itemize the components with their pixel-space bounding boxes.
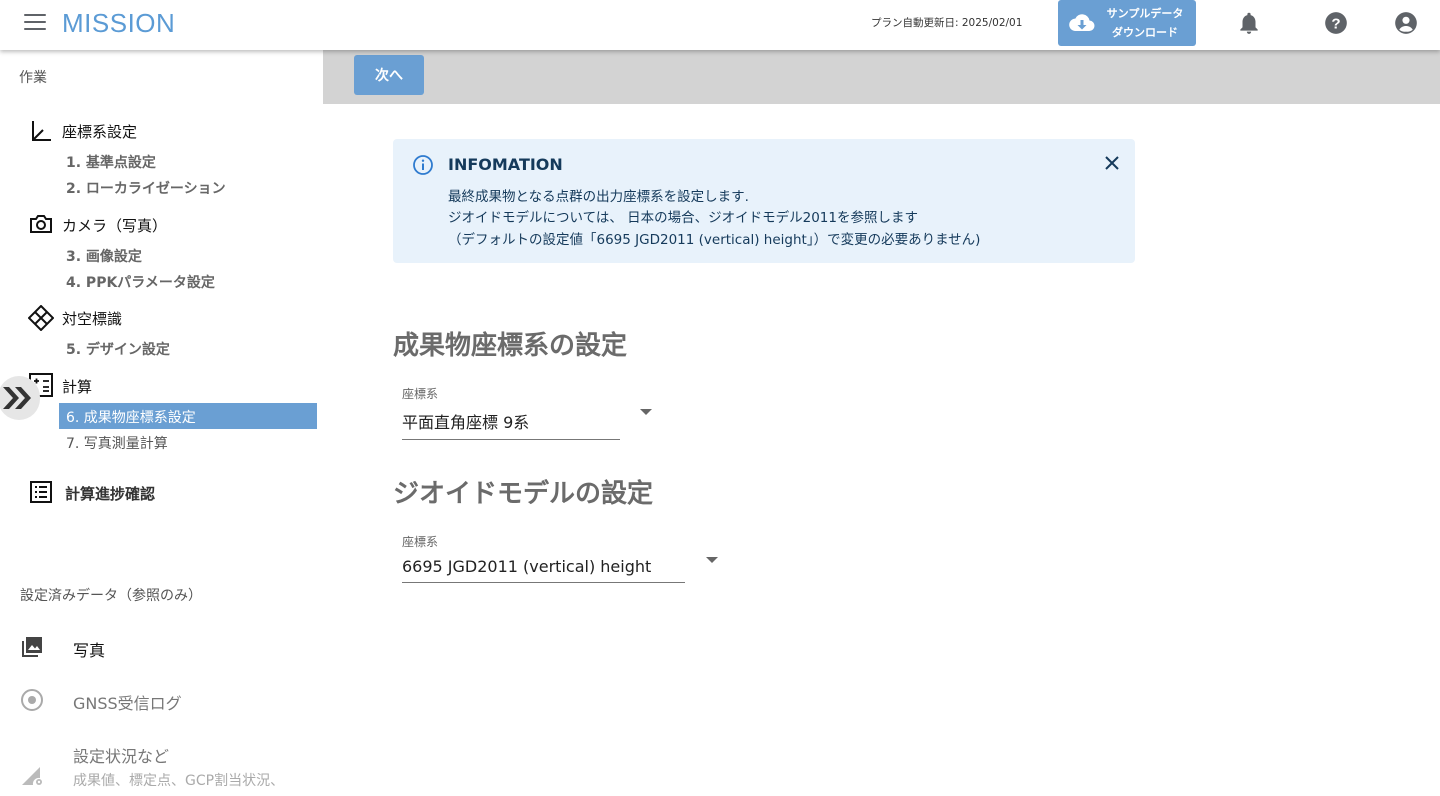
sidebar-item-ppk[interactable]: 4. PPKパラメータ設定 (66, 272, 215, 292)
svg-text:?: ? (1331, 15, 1340, 32)
info-line-1: 最終成果物となる点群の出力座標系を設定します. (448, 189, 749, 205)
geoid-dropdown-icon[interactable] (706, 557, 718, 563)
sample-download-label-1: サンプルデータ (1106, 7, 1184, 20)
sidebar-category-gcp: 対空標識 (62, 310, 123, 328)
sidebar-work-heading: 作業 (19, 70, 47, 86)
signal-settings-icon (22, 767, 42, 785)
sidebar-ref-heading: 設定済みデータ（参照のみ） (20, 588, 202, 604)
bell-icon[interactable] (1236, 10, 1262, 36)
menu-icon[interactable] (24, 14, 46, 32)
gcp-target-icon (28, 305, 54, 331)
action-toolbar: 次へ (323, 50, 1440, 104)
app-logo[interactable]: MISSION (62, 8, 175, 39)
camera-icon (30, 215, 52, 233)
output-crs-title: 成果物座標系の設定 (393, 331, 628, 361)
plan-update-date: プラン自動更新日: 2025/02/01 (871, 17, 1023, 29)
sidebar-ref-status-sub: 成果値、標定点、GCP割当状況、 (73, 773, 285, 789)
sidebar-item-base-point[interactable]: 1. 基準点設定 (66, 152, 156, 172)
list-icon (30, 481, 52, 503)
sidebar-ref-photo[interactable]: 写真 (73, 637, 105, 661)
sample-download-label-2: ダウンロード (1112, 26, 1178, 39)
info-line-2: ジオイドモデルについては、 日本の場合、ジオイドモデル2011を参照します (448, 210, 918, 226)
sidebar: 作業 座標系設定 1. 基準点設定 2. ローカライゼーション カメラ（写真） … (0, 50, 323, 796)
geoid-label: 座標系 (402, 535, 439, 549)
sidebar-item-image[interactable]: 3. 画像設定 (66, 246, 142, 266)
info-line-3: （デフォルトの設定値「6695 JGD2011 (vertical) heigh… (448, 232, 981, 248)
sidebar-category-camera: カメラ（写真） (62, 217, 168, 235)
app-header: MISSION プラン自動更新日: 2025/02/01 サンプルデータ ダウン… (0, 0, 1440, 50)
output-crs-dropdown-icon[interactable] (640, 409, 652, 415)
close-icon[interactable] (1102, 153, 1122, 173)
radio-target-icon (21, 689, 43, 711)
sidebar-item-progress[interactable]: 計算進捗確認 (65, 483, 155, 504)
sidebar-item-photogrammetry[interactable]: 7. 写真測量計算 (66, 433, 168, 453)
photo-library-icon (22, 637, 42, 657)
info-title: INFOMATION (448, 155, 563, 174)
sample-download-button[interactable]: サンプルデータ ダウンロード (1058, 0, 1196, 46)
axis-icon (32, 121, 51, 141)
output-crs-label: 座標系 (402, 387, 439, 401)
sidebar-category-coord: 座標系設定 (62, 123, 138, 141)
next-button[interactable]: 次へ (354, 55, 424, 95)
sidebar-item-localization[interactable]: 2. ローカライゼーション (66, 178, 226, 198)
sidebar-collapse-button[interactable] (0, 376, 40, 420)
help-icon[interactable]: ? (1323, 10, 1349, 36)
output-crs-select[interactable]: 平面直角座標 9系 (402, 409, 620, 440)
geoid-select[interactable]: 6695 JGD2011 (vertical) height (402, 557, 685, 583)
sidebar-category-calc: 計算 (62, 378, 93, 396)
cloud-download-icon (1069, 14, 1095, 32)
double-chevron-right-icon (3, 387, 31, 409)
sidebar-ref-status[interactable]: 設定状況など (73, 743, 169, 767)
sidebar-item-output-crs-label: 6. 成果物座標系設定 (66, 410, 196, 426)
sidebar-item-design[interactable]: 5. デザイン設定 (66, 339, 170, 359)
sidebar-ref-gnss[interactable]: GNSS受信ログ (73, 690, 182, 714)
account-icon[interactable] (1393, 10, 1419, 36)
info-icon (413, 155, 433, 175)
geoid-title: ジオイドモデルの設定 (393, 479, 654, 509)
sidebar-item-output-crs[interactable]: 6. 成果物座標系設定 (59, 403, 317, 429)
info-alert: INFOMATION 最終成果物となる点群の出力座標系を設定します. ジオイドモ… (393, 139, 1135, 263)
